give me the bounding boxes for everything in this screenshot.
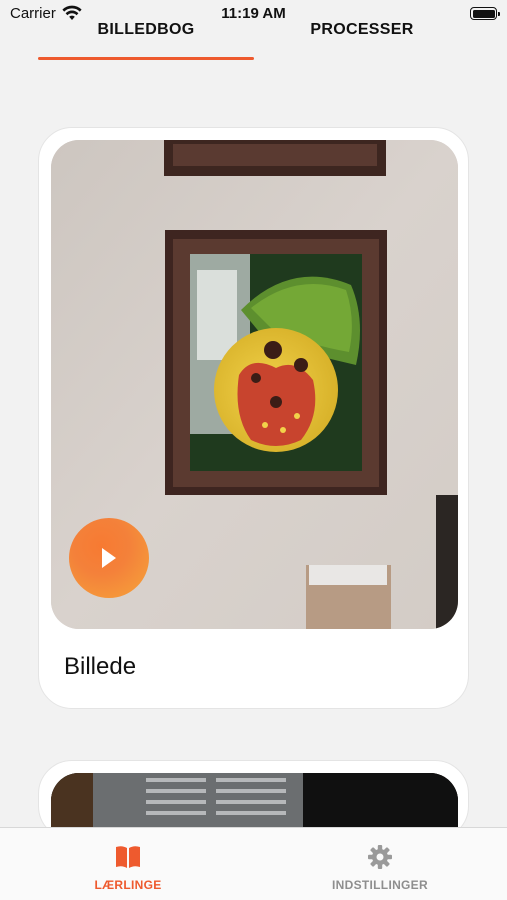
tab-indstillinger[interactable]: INDSTILLINGER: [300, 844, 460, 892]
bottom-tab-bar: LÆRLINGE INDSTILLINGER: [0, 827, 507, 900]
picture-card[interactable]: Billede: [38, 127, 469, 709]
top-tab-bar: BILLEDBOG PROCESSER: [0, 20, 507, 62]
play-button[interactable]: [69, 518, 149, 598]
card-title: Billede: [64, 653, 137, 680]
tab-selected-indicator: [38, 57, 254, 60]
play-icon: [102, 548, 116, 568]
book-icon: [116, 846, 140, 868]
battery-icon: [470, 7, 500, 20]
tab-processer[interactable]: PROCESSER: [254, 20, 470, 60]
tab-label: INDSTILLINGER: [332, 878, 428, 892]
tab-billedbog[interactable]: BILLEDBOG: [38, 20, 254, 60]
tab-label: LÆRLINGE: [94, 878, 162, 892]
tab-laerlinge[interactable]: LÆRLINGE: [48, 844, 208, 892]
gear-icon: [368, 845, 392, 869]
card-photo: [51, 140, 458, 629]
